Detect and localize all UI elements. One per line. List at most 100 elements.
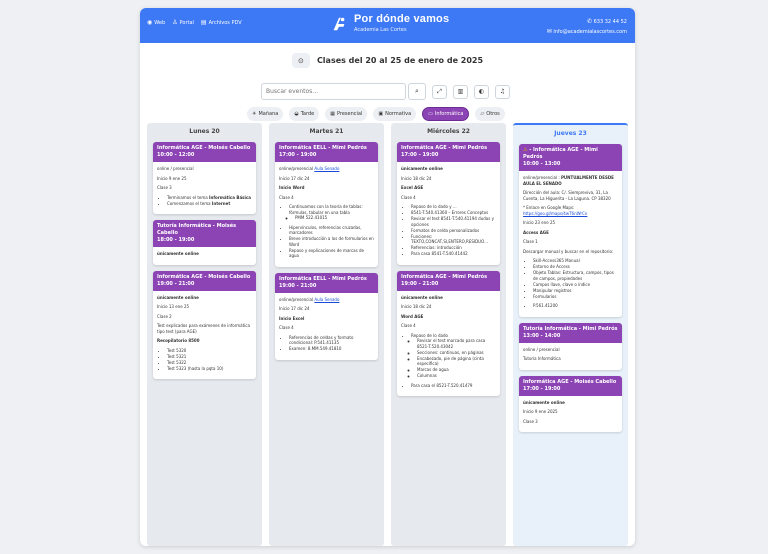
- nav-web[interactable]: ◉ Web: [147, 19, 165, 27]
- search-button[interactable]: ⌕: [408, 83, 426, 100]
- list-item: PMM 522.41015: [295, 215, 374, 221]
- mail-icon: ✉: [546, 28, 552, 35]
- event-card[interactable]: Informática AGE - Mimi Pedrós 19:00 - 21:…: [397, 270, 500, 397]
- event-header: ⚠ - Informática AGE - Mimi Pedrós 10:00 -…: [519, 144, 622, 171]
- aula-link[interactable]: Aula Senado: [314, 297, 339, 302]
- week-bar: ⊙ Clases del 20 al 25 de enero de 2025: [140, 53, 635, 68]
- notifications-button[interactable]: ♫: [495, 84, 510, 99]
- day-header: Lunes 20: [189, 128, 220, 135]
- event-card[interactable]: Informática AGE - Moisés Cabello 19:00 - …: [153, 270, 256, 379]
- event-body: únicamente online Inicio 9 ene 2025 Clas…: [523, 399, 565, 424]
- day-column-miercoles: Miércoles 22 Informática AGE - Mimi Pedr…: [391, 123, 506, 546]
- phone-link[interactable]: ✆ 633 32 44 52: [547, 17, 627, 27]
- search-icon: ⌕: [415, 87, 419, 95]
- day-header: Miércoles 22: [427, 128, 470, 135]
- week-title: Clases del 20 al 25 de enero de 2025: [316, 56, 484, 65]
- event-card[interactable]: Informática AGE - Moisés Cabello 10:00 - …: [153, 142, 256, 214]
- book-icon: ▣: [378, 111, 384, 117]
- search-input[interactable]: [261, 83, 406, 100]
- list-item: 8541-T.540.41360 – Errores Conceptos: [411, 210, 496, 216]
- list-item: Campos llave, clave o índice: [533, 282, 618, 288]
- brand-title: Por dónde vamos: [354, 13, 450, 25]
- event-header: Informática AGE - Mimi Pedrós 17:00 - 19:…: [397, 142, 500, 162]
- aula-link[interactable]: Aula Senado: [314, 166, 339, 171]
- list-item: Test 5321: [167, 354, 252, 360]
- event-card[interactable]: Tutoría Informática - Mimi Pedrós 13:00 -…: [519, 322, 622, 370]
- list-item: Formularios: [533, 294, 618, 300]
- nav-portal[interactable]: ♙ Portal: [172, 19, 194, 27]
- week-columns: Lunes 20 Informática AGE - Moisés Cabell…: [147, 123, 628, 546]
- event-card[interactable]: Informática AGE - Mimi Pedrós 17:00 - 19:…: [397, 142, 500, 265]
- day-column-jueves: Jueves 23 ⚠ - Informática AGE - Mimi Ped…: [513, 123, 628, 546]
- filter-normativa[interactable]: ▣ Normativa: [373, 107, 417, 121]
- filter-otros[interactable]: ▱ Otros: [475, 107, 505, 121]
- laptop-icon: ▭: [428, 111, 433, 117]
- list-item: Hipervínculos, referencias cruzadas, mar…: [289, 225, 374, 236]
- printer-icon: ▥: [457, 88, 464, 95]
- maps-link[interactable]: https://goo.gl/maps/4wT6nWrCn: [523, 211, 587, 216]
- event-body: únicamente online Inicio 18 dic 24 Word …: [397, 291, 500, 397]
- building-icon: ▦: [330, 111, 335, 117]
- list-item: Breve introducción a los de formularios …: [289, 236, 374, 247]
- nav-archivos[interactable]: ▤ Archivos PDV: [201, 20, 242, 27]
- event-header: Informática EELL - Mimi Pedrós 19:00 - 21…: [275, 272, 378, 293]
- list-item: Manipular registros: [533, 288, 618, 294]
- theme-button[interactable]: ◐: [474, 84, 489, 99]
- list-item: Test 5323 (hasta la pqta 10): [167, 366, 252, 372]
- list-item: Repaso de lo dado Revisar el test marcad…: [411, 333, 496, 379]
- bell-icon: ♫: [499, 88, 506, 95]
- email-link[interactable]: ✉ info@academialascortes.com: [547, 27, 627, 37]
- list-item: Terminamos el tema Informática Básica: [167, 195, 252, 201]
- day-header: Jueves 23: [554, 130, 587, 137]
- event-body: online / presencial Inicio 9 ene 25 Clas…: [153, 162, 256, 214]
- event-body: únicamente online Inicio 18 dic 24 Excel…: [397, 162, 500, 265]
- sun-icon: ☀: [252, 111, 257, 117]
- event-card[interactable]: Informática EELL - Mimi Pedrós 17:00 - 19…: [275, 142, 378, 267]
- event-header: Informática EELL - Mimi Pedrós 17:00 - 19…: [275, 142, 378, 162]
- prev-week-button[interactable]: ⊙: [291, 53, 310, 68]
- filter-presencial[interactable]: ▦ Presencial: [325, 107, 368, 121]
- theme-icon: ◐: [478, 88, 485, 95]
- filter-manana[interactable]: ☀ Mañana: [247, 107, 284, 121]
- academy-logo: [333, 17, 345, 31]
- top-nav: ◉ Web ♙ Portal ▤ Archivos PDV: [147, 19, 242, 27]
- print-button[interactable]: ▥: [453, 84, 468, 99]
- event-header: Tutoría Informática - Mimi Pedrós 13:00 -…: [519, 322, 622, 343]
- event-body: online/presencial : PUNTUALMENTE DESDE A…: [519, 171, 622, 317]
- event-body: online / presencial Tutoría Informática: [523, 346, 561, 362]
- event-card[interactable]: Informática AGE - Moisés Cabello 17:00 - …: [519, 375, 622, 432]
- folder-icon: ▱: [480, 111, 485, 117]
- event-header: Informática AGE - Moisés Cabello 17:00 - …: [519, 375, 622, 396]
- list-item: Test 5320: [167, 348, 252, 354]
- event-header: Informática AGE - Mimi Pedrós 19:00 - 21:…: [397, 270, 500, 291]
- arrow-left-icon: ⊙: [298, 56, 304, 65]
- brand-subtitle: Academia Las Cortes: [354, 27, 407, 33]
- event-card[interactable]: Informática EELL - Mimi Pedrós 19:00 - 21…: [275, 272, 378, 360]
- search-row: ⌕ ⤢ ▥ ◐ ♫: [261, 83, 510, 100]
- expand-button[interactable]: ⤢: [432, 84, 447, 99]
- list-item: P.561.41200: [533, 303, 618, 309]
- contact-info: ✆ 633 32 44 52 ✉ info@academialascortes.…: [547, 17, 627, 37]
- filter-informatica[interactable]: ▭ Informática: [422, 107, 470, 121]
- event-card[interactable]: Tutoría Informática - Moisés Cabello 18:0…: [153, 220, 256, 265]
- event-card[interactable]: ⚠ - Informática AGE - Mimi Pedrós 10:00 -…: [519, 144, 622, 317]
- event-header: Informática AGE - Moisés Cabello 19:00 - …: [153, 270, 256, 291]
- sunset-icon: ◒: [294, 111, 299, 117]
- list-item: Secciones: continuas, en páginas: [417, 350, 496, 356]
- top-bar: ◉ Web ♙ Portal ▤ Archivos PDV Por dónde vam…: [140, 8, 635, 43]
- list-item: Continuamos con la teoría de tablas: fór…: [289, 204, 374, 221]
- day-header: Martes 21: [309, 128, 344, 135]
- list-item: Skill-Access365 Manual: [533, 258, 618, 264]
- person-icon: ♙: [172, 19, 178, 26]
- list-item: Para casa 8541-T.540.41442: [411, 251, 496, 257]
- filter-tarde[interactable]: ◒ Tarde: [289, 107, 320, 121]
- list-item: Objeto Tablas: Estructura, campos, tipos…: [533, 270, 618, 281]
- list-item: Entorno de Access: [533, 264, 618, 270]
- list-item: Revisar el test 8541-T.540.41194 dudas y…: [411, 216, 496, 227]
- list-item: Encabezado, pie de página (cinta específ…: [417, 356, 496, 367]
- event-header: Tutoría Informática - Moisés Cabello 18:0…: [153, 220, 256, 247]
- list-item: Para casa el 8521-T.520.41479: [411, 383, 496, 389]
- event-body: únicamente online: [157, 251, 199, 256]
- globe-icon: ◉: [147, 19, 153, 26]
- brand: Por dónde vamos Academia Las Cortes: [330, 13, 449, 33]
